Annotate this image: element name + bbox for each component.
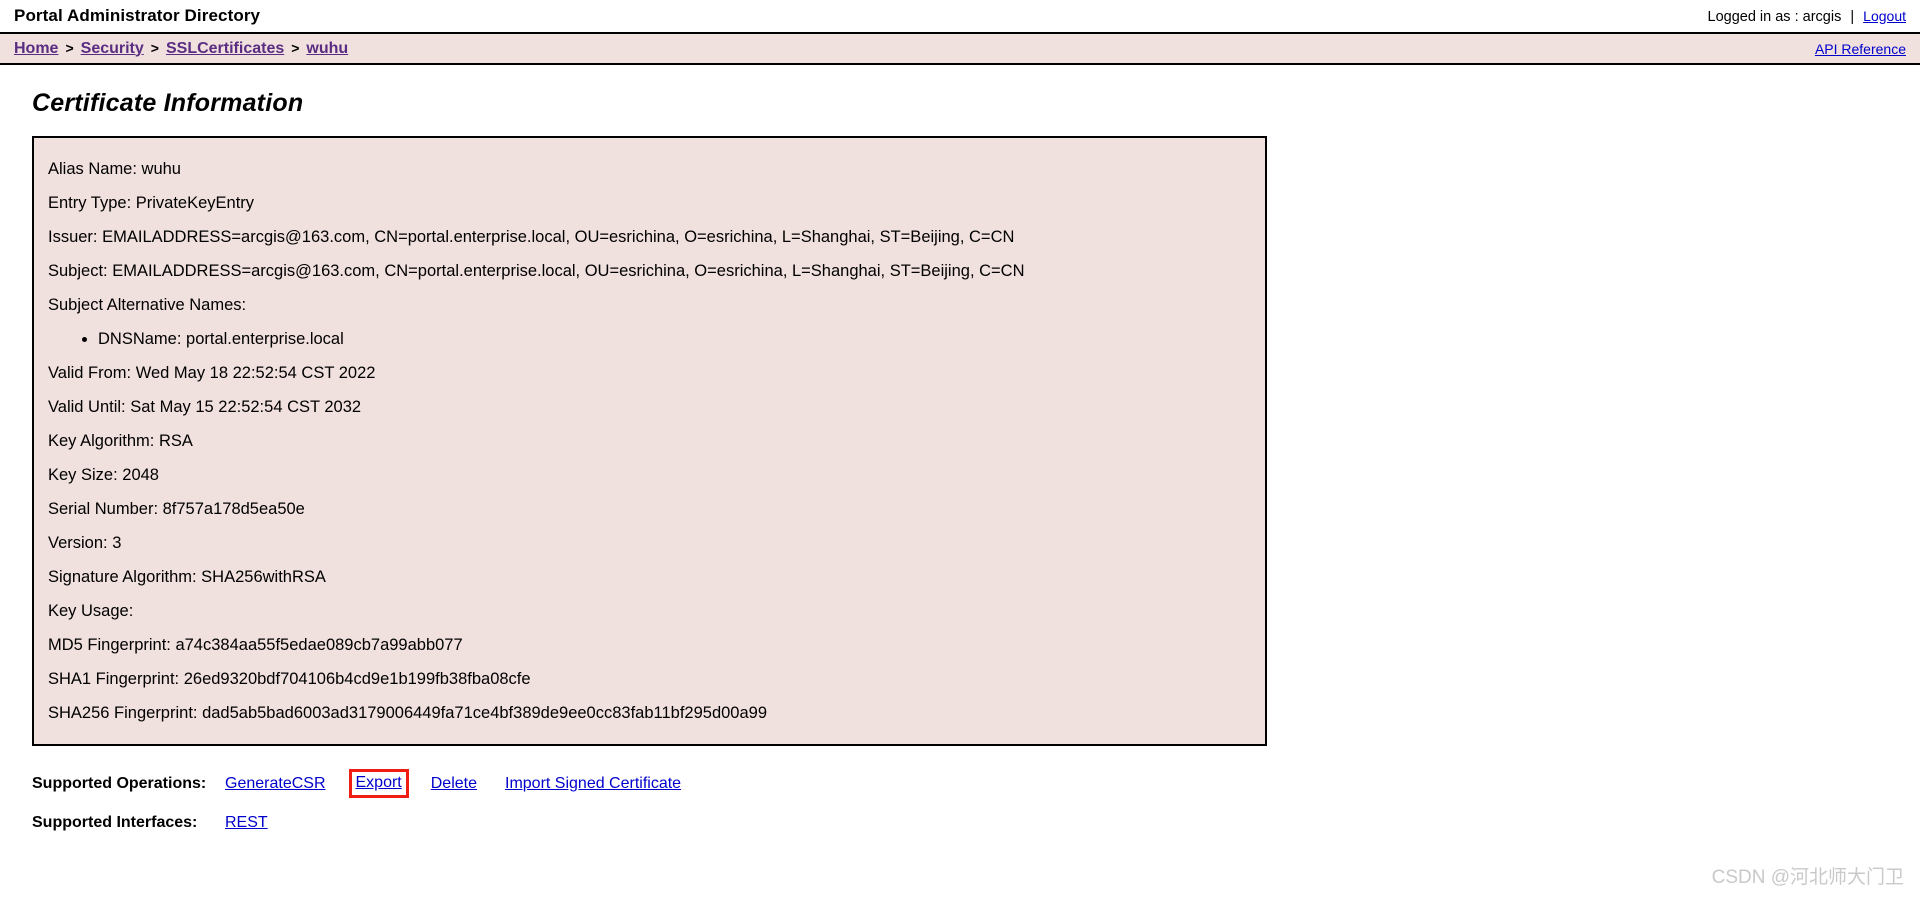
certificate-information-heading: Certificate Information xyxy=(32,89,304,117)
cert-key-usage: Key Usage: xyxy=(48,602,134,620)
cert-alias-name: Alias Name: wuhu xyxy=(48,160,181,178)
cert-san-heading: Subject Alternative Names: xyxy=(48,296,247,314)
rest-link[interactable]: REST xyxy=(225,814,268,832)
export-link[interactable]: Export xyxy=(348,769,409,798)
api-reference-link[interactable]: API Reference xyxy=(1815,41,1906,57)
main-content: Certificate Information Alias Name: wuhu… xyxy=(0,65,1920,839)
breadcrumb-item-home[interactable]: Home xyxy=(14,40,58,58)
watermark: CSDN @河北师大门卫 xyxy=(1711,867,1904,888)
page-title: Portal Administrator Directory xyxy=(14,6,261,25)
cert-valid-from: Valid From: Wed May 18 22:52:54 CST 2022 xyxy=(48,364,376,382)
supported-interfaces-label: Supported Interfaces: xyxy=(32,813,198,831)
import-signed-certificate-link[interactable]: Import Signed Certificate xyxy=(505,775,681,793)
breadcrumb-bar: Home > Security > SSLCertificates > wuhu… xyxy=(0,34,1920,65)
breadcrumb: Home > Security > SSLCertificates > wuhu xyxy=(14,40,348,58)
breadcrumb-item-wuhu[interactable]: wuhu xyxy=(306,40,348,58)
certificate-info-panel: Alias Name: wuhu Entry Type: PrivateKeyE… xyxy=(32,136,1267,746)
logged-in-label: Logged in as : arcgis xyxy=(1707,8,1842,25)
cert-sha256-fingerprint: SHA256 Fingerprint: dad5ab5bad6003ad3179… xyxy=(48,704,767,722)
cert-md5-fingerprint: MD5 Fingerprint: a74c384aa55f5edae089cb7… xyxy=(48,636,463,654)
generate-csr-link[interactable]: GenerateCSR xyxy=(225,775,326,793)
cert-key-algorithm: Key Algorithm: RSA xyxy=(48,432,193,450)
breadcrumb-item-sslcertificates[interactable]: SSLCertificates xyxy=(166,40,284,58)
delete-link[interactable]: Delete xyxy=(431,775,477,793)
breadcrumb-separator: > xyxy=(65,39,74,56)
supported-operations-label: Supported Operations: xyxy=(32,774,207,792)
cert-san-list: DNSName: portal.enterprise.local xyxy=(42,322,1265,356)
cert-version: Version: 3 xyxy=(48,534,122,552)
breadcrumb-item-security[interactable]: Security xyxy=(81,40,144,58)
logout-link[interactable]: Logout xyxy=(1863,8,1906,24)
cert-key-size: Key Size: 2048 xyxy=(48,466,159,484)
breadcrumb-separator: > xyxy=(150,39,159,56)
cert-entry-type: Entry Type: PrivateKeyEntry xyxy=(48,194,255,212)
supported-interfaces-row: Supported Interfaces: REST xyxy=(32,806,1920,839)
cert-signature-algorithm: Signature Algorithm: SHA256withRSA xyxy=(48,568,326,586)
supported-operations-row: Supported Operations: GenerateCSR Export… xyxy=(32,767,1920,800)
cert-serial-number: Serial Number: 8f757a178d5ea50e xyxy=(48,500,305,518)
operations-block: Supported Operations: GenerateCSR Export… xyxy=(32,767,1920,839)
list-item: DNSName: portal.enterprise.local xyxy=(98,322,1265,356)
breadcrumb-separator: > xyxy=(291,39,300,56)
login-status-area: Logged in as : arcgis | Logout xyxy=(1708,8,1906,25)
cert-issuer: Issuer: EMAILADDRESS=arcgis@163.com, CN=… xyxy=(48,228,1015,246)
cert-sha1-fingerprint: SHA1 Fingerprint: 26ed9320bdf704106b4cd9… xyxy=(48,670,531,688)
cert-valid-until: Valid Until: Sat May 15 22:52:54 CST 203… xyxy=(48,398,362,416)
title-bar: Portal Administrator Directory Logged in… xyxy=(0,0,1920,34)
login-separator: | xyxy=(1850,8,1855,25)
cert-subject: Subject: EMAILADDRESS=arcgis@163.com, CN… xyxy=(48,262,1025,280)
